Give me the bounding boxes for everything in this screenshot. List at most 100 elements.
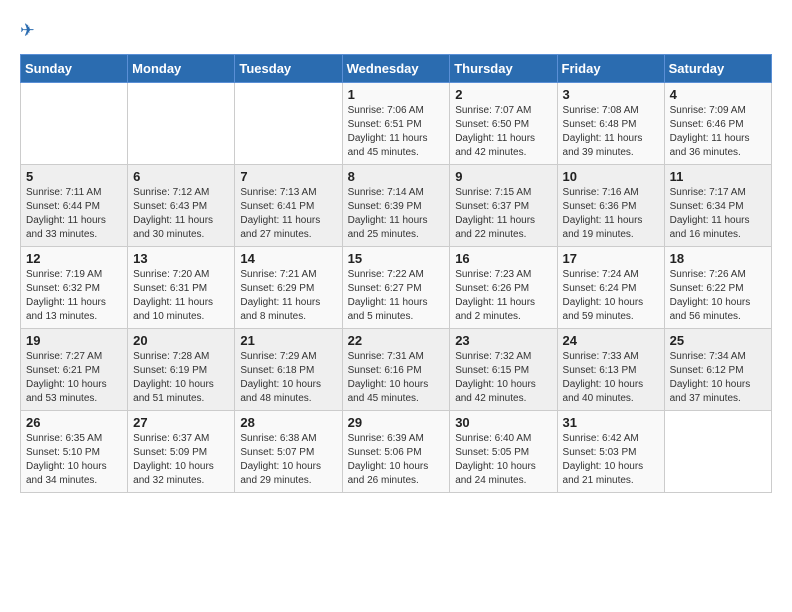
day-number: 4 <box>670 87 766 102</box>
day-number: 5 <box>26 169 122 184</box>
calendar-cell: 4 Sunrise: 7:09 AMSunset: 6:46 PMDaylight… <box>664 83 771 165</box>
day-number: 9 <box>455 169 551 184</box>
day-number: 14 <box>240 251 336 266</box>
calendar-cell <box>235 83 342 165</box>
day-number: 29 <box>348 415 445 430</box>
cell-content: Sunrise: 6:35 AMSunset: 5:10 PMDaylight:… <box>26 432 122 488</box>
calendar-cell: 10 Sunrise: 7:16 AMSunset: 6:36 PMDayligh… <box>557 165 664 247</box>
day-number: 24 <box>563 333 659 348</box>
calendar-cell: 17 Sunrise: 7:24 AMSunset: 6:24 PMDayligh… <box>557 247 664 329</box>
calendar-cell: 13 Sunrise: 7:20 AMSunset: 6:31 PMDayligh… <box>128 247 235 329</box>
day-number: 11 <box>670 169 766 184</box>
calendar-cell: 3 Sunrise: 7:08 AMSunset: 6:48 PMDaylight… <box>557 83 664 165</box>
cell-content: Sunrise: 6:40 AMSunset: 5:05 PMDaylight:… <box>455 432 551 488</box>
calendar-cell: 1 Sunrise: 7:06 AMSunset: 6:51 PMDaylight… <box>342 83 450 165</box>
cell-content: Sunrise: 7:06 AMSunset: 6:51 PMDaylight:… <box>348 104 445 160</box>
day-number: 28 <box>240 415 336 430</box>
day-of-week-header: Monday <box>128 55 235 83</box>
calendar-cell: 16Sunrise: 7:23 AMSunset: 6:26 PMDayligh… <box>450 247 557 329</box>
day-number: 21 <box>240 333 336 348</box>
calendar-cell: 20Sunrise: 7:28 AMSunset: 6:19 PMDayligh… <box>128 329 235 411</box>
cell-content: Sunrise: 7:09 AMSunset: 6:46 PMDaylight:… <box>670 104 766 160</box>
day-number: 31 <box>563 415 659 430</box>
day-number: 13 <box>133 251 229 266</box>
day-number: 26 <box>26 415 122 430</box>
calendar-cell <box>21 83 128 165</box>
calendar-cell: 25 Sunrise: 7:34 AMSunset: 6:12 PMDayligh… <box>664 329 771 411</box>
calendar-cell: 30 Sunrise: 6:40 AMSunset: 5:05 PMDayligh… <box>450 411 557 493</box>
calendar-cell: 12 Sunrise: 7:19 AMSunset: 6:32 PMDayligh… <box>21 247 128 329</box>
calendar-cell: 28Sunrise: 6:38 AMSunset: 5:07 PMDayligh… <box>235 411 342 493</box>
day-number: 16 <box>455 251 551 266</box>
cell-content: Sunrise: 7:14 AMSunset: 6:39 PMDaylight:… <box>348 186 445 242</box>
calendar-cell <box>664 411 771 493</box>
cell-content: Sunrise: 7:22 AMSunset: 6:27 PMDaylight:… <box>348 268 445 324</box>
cell-content: Sunrise: 6:42 AMSunset: 5:03 PMDaylight:… <box>563 432 659 488</box>
calendar-week-row: 26 Sunrise: 6:35 AMSunset: 5:10 PMDayligh… <box>21 411 772 493</box>
cell-content: Sunrise: 7:24 AMSunset: 6:24 PMDaylight:… <box>563 268 659 324</box>
calendar-cell: 31 Sunrise: 6:42 AMSunset: 5:03 PMDayligh… <box>557 411 664 493</box>
cell-content: Sunrise: 7:29 AMSunset: 6:18 PMDaylight:… <box>240 350 336 406</box>
cell-content: Sunrise: 7:12 AMSunset: 6:43 PMDaylight:… <box>133 186 229 242</box>
page-header: ✈ <box>20 20 772 44</box>
day-of-week-header: Wednesday <box>342 55 450 83</box>
day-number: 12 <box>26 251 122 266</box>
cell-content: Sunrise: 7:34 AMSunset: 6:12 PMDaylight:… <box>670 350 766 406</box>
calendar-cell: 11Sunrise: 7:17 AMSunset: 6:34 PMDayligh… <box>664 165 771 247</box>
cell-content: Sunrise: 7:33 AMSunset: 6:13 PMDaylight:… <box>563 350 659 406</box>
day-of-week-header: Thursday <box>450 55 557 83</box>
day-number: 19 <box>26 333 122 348</box>
day-number: 27 <box>133 415 229 430</box>
cell-content: Sunrise: 7:20 AMSunset: 6:31 PMDaylight:… <box>133 268 229 324</box>
calendar-week-row: 5 Sunrise: 7:11 AMSunset: 6:44 PMDaylight… <box>21 165 772 247</box>
calendar-cell: 15Sunrise: 7:22 AMSunset: 6:27 PMDayligh… <box>342 247 450 329</box>
day-of-week-header: Tuesday <box>235 55 342 83</box>
cell-content: Sunrise: 6:39 AMSunset: 5:06 PMDaylight:… <box>348 432 445 488</box>
cell-content: Sunrise: 7:32 AMSunset: 6:15 PMDaylight:… <box>455 350 551 406</box>
calendar-week-row: 12 Sunrise: 7:19 AMSunset: 6:32 PMDayligh… <box>21 247 772 329</box>
calendar-cell: 9 Sunrise: 7:15 AMSunset: 6:37 PMDaylight… <box>450 165 557 247</box>
calendar-week-row: 19 Sunrise: 7:27 AMSunset: 6:21 PMDayligh… <box>21 329 772 411</box>
cell-content: Sunrise: 7:28 AMSunset: 6:19 PMDaylight:… <box>133 350 229 406</box>
calendar-cell: 27 Sunrise: 6:37 AMSunset: 5:09 PMDayligh… <box>128 411 235 493</box>
cell-content: Sunrise: 7:21 AMSunset: 6:29 PMDaylight:… <box>240 268 336 324</box>
cell-content: Sunrise: 6:37 AMSunset: 5:09 PMDaylight:… <box>133 432 229 488</box>
logo-icon: ✈ <box>20 20 44 44</box>
day-of-week-header: Saturday <box>664 55 771 83</box>
day-of-week-header: Sunday <box>21 55 128 83</box>
cell-content: Sunrise: 7:31 AMSunset: 6:16 PMDaylight:… <box>348 350 445 406</box>
calendar-cell: 2 Sunrise: 7:07 AMSunset: 6:50 PMDaylight… <box>450 83 557 165</box>
day-number: 7 <box>240 169 336 184</box>
day-number: 1 <box>348 87 445 102</box>
cell-content: Sunrise: 7:19 AMSunset: 6:32 PMDaylight:… <box>26 268 122 324</box>
calendar-cell: 5 Sunrise: 7:11 AMSunset: 6:44 PMDaylight… <box>21 165 128 247</box>
cell-content: Sunrise: 7:07 AMSunset: 6:50 PMDaylight:… <box>455 104 551 160</box>
logo: ✈ <box>20 20 48 44</box>
day-number: 17 <box>563 251 659 266</box>
calendar: SundayMondayTuesdayWednesdayThursdayFrid… <box>20 54 772 493</box>
cell-content: Sunrise: 7:16 AMSunset: 6:36 PMDaylight:… <box>563 186 659 242</box>
calendar-cell: 14 Sunrise: 7:21 AMSunset: 6:29 PMDayligh… <box>235 247 342 329</box>
cell-content: Sunrise: 7:08 AMSunset: 6:48 PMDaylight:… <box>563 104 659 160</box>
cell-content: Sunrise: 7:11 AMSunset: 6:44 PMDaylight:… <box>26 186 122 242</box>
calendar-header-row: SundayMondayTuesdayWednesdayThursdayFrid… <box>21 55 772 83</box>
cell-content: Sunrise: 7:13 AMSunset: 6:41 PMDaylight:… <box>240 186 336 242</box>
calendar-cell: 26 Sunrise: 6:35 AMSunset: 5:10 PMDayligh… <box>21 411 128 493</box>
day-number: 3 <box>563 87 659 102</box>
day-number: 10 <box>563 169 659 184</box>
calendar-cell: 6 Sunrise: 7:12 AMSunset: 6:43 PMDaylight… <box>128 165 235 247</box>
day-number: 25 <box>670 333 766 348</box>
day-number: 2 <box>455 87 551 102</box>
day-number: 18 <box>670 251 766 266</box>
calendar-cell: 7 Sunrise: 7:13 AMSunset: 6:41 PMDaylight… <box>235 165 342 247</box>
cell-content: Sunrise: 7:15 AMSunset: 6:37 PMDaylight:… <box>455 186 551 242</box>
cell-content: Sunrise: 7:26 AMSunset: 6:22 PMDaylight:… <box>670 268 766 324</box>
day-number: 22 <box>348 333 445 348</box>
day-number: 30 <box>455 415 551 430</box>
calendar-cell: 22 Sunrise: 7:31 AMSunset: 6:16 PMDayligh… <box>342 329 450 411</box>
calendar-cell: 19 Sunrise: 7:27 AMSunset: 6:21 PMDayligh… <box>21 329 128 411</box>
day-number: 6 <box>133 169 229 184</box>
cell-content: Sunrise: 7:27 AMSunset: 6:21 PMDaylight:… <box>26 350 122 406</box>
calendar-cell <box>128 83 235 165</box>
calendar-cell: 23Sunrise: 7:32 AMSunset: 6:15 PMDayligh… <box>450 329 557 411</box>
